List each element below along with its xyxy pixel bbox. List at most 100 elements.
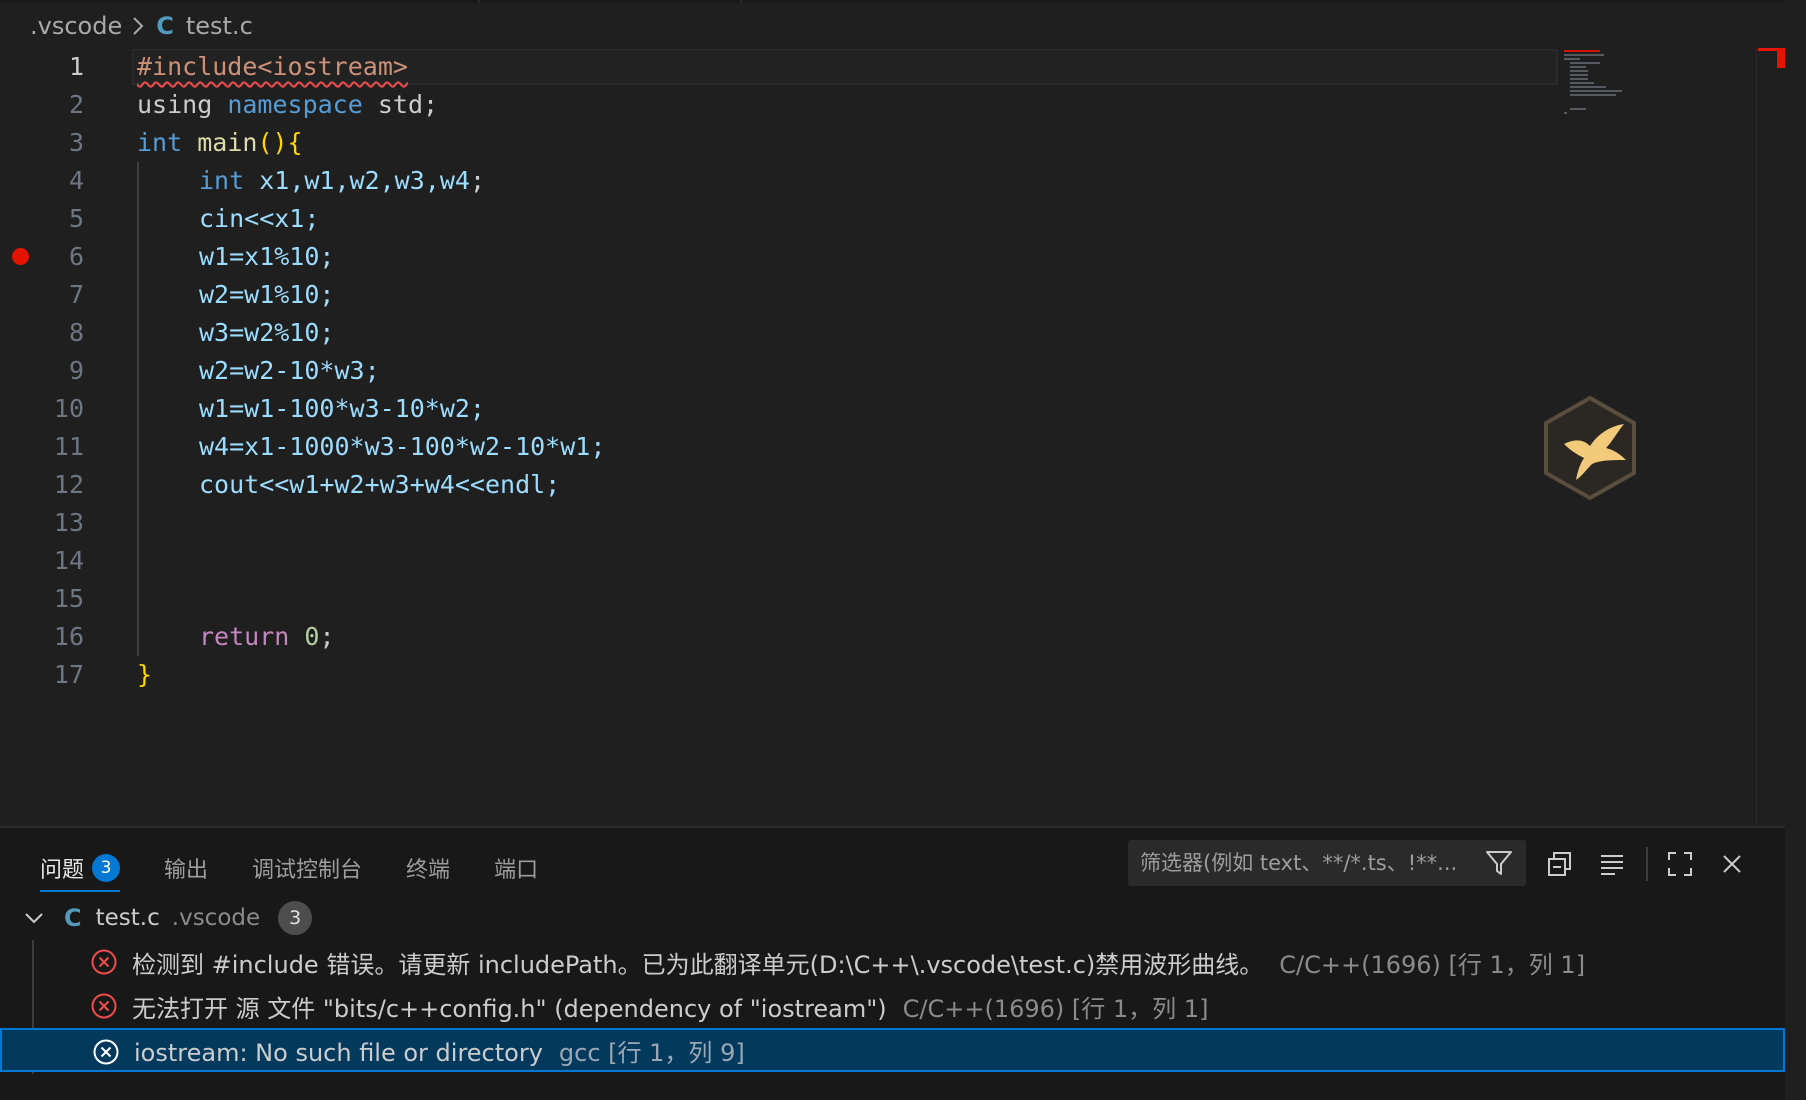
- code-line-12: cout<<w1+w2+w3+w4<<endl;: [199, 470, 561, 499]
- semicolon: ;: [423, 90, 439, 119]
- problem-file-dir: .vscode: [171, 905, 261, 931]
- tab-problems[interactable]: 问题 3: [40, 848, 121, 892]
- problem-row[interactable]: 检测到 #include 错误。请更新 includePath。已为此翻译单元(…: [0, 940, 1785, 984]
- tab-separator: [478, 0, 480, 3]
- line-number: 12: [53, 470, 84, 499]
- code-line-9: w2=w2-10*w3;: [199, 356, 380, 385]
- tab-output[interactable]: 输出: [164, 848, 208, 888]
- c-file-icon: C: [156, 12, 174, 40]
- line-number: 3: [68, 128, 84, 157]
- file-problem-count-badge: 3: [278, 901, 313, 935]
- code-line-4: int x1,w1,w2,w3,w4;: [137, 162, 605, 200]
- problems-panel: 问题 3 输出 调试控制台 终端 端口 筛选器(例如 text、**/*.ts、…: [0, 826, 1785, 1100]
- line-number: 16: [53, 622, 84, 651]
- breakpoint-icon[interactable]: [12, 248, 29, 265]
- problem-row-selected[interactable]: iostream: No such file or directory gcc […: [0, 1028, 1785, 1072]
- number-literal: 0: [304, 622, 320, 651]
- panel-actions: [1540, 844, 1764, 884]
- type-int: int: [137, 128, 183, 157]
- chevron-right-icon: [132, 16, 144, 36]
- filter-box: [1128, 840, 1526, 886]
- type-int: int: [199, 166, 245, 195]
- hummingbird-app-icon[interactable]: [1540, 394, 1640, 502]
- code-line-8: w3=w2%10;: [199, 318, 335, 347]
- line-number: 2: [68, 90, 84, 119]
- line-number: 15: [53, 584, 84, 613]
- view-as-list-icon[interactable]: [1592, 844, 1632, 884]
- error-icon: [90, 992, 118, 1026]
- tab-debug-console[interactable]: 调试控制台: [252, 848, 362, 888]
- error-icon: [90, 948, 118, 982]
- breadcrumb: .vscode C test.c: [30, 10, 253, 42]
- tab-separator: [740, 0, 742, 3]
- line-number: 14: [53, 546, 84, 575]
- problem-row[interactable]: 无法打开 源 文件 "bits/c++config.h" (dependency…: [0, 984, 1785, 1028]
- problem-message: iostream: No such file or directory: [134, 1038, 543, 1067]
- line-number-gutter[interactable]: 1 2 3 4 5 6 7 8 9 10 11 12 13 14 15 16 1…: [30, 48, 84, 694]
- code-line-2: using namespace std;: [137, 86, 605, 124]
- namespace-name: std: [377, 90, 424, 119]
- problem-message-wrap: iostream: No such file or directory gcc […: [134, 1033, 745, 1068]
- problem-message: 检测到 #include 错误。请更新 includePath。已为此翻译单元(…: [132, 950, 1264, 979]
- line-number: 1: [68, 52, 84, 81]
- vscode-window: .vscode C test.c 1 2 3 4 5 6 7 8 9 10 11…: [0, 0, 1806, 1100]
- breadcrumb-file[interactable]: test.c: [186, 12, 253, 40]
- scrollbar-error-marker: [1777, 48, 1785, 68]
- chevron-down-icon[interactable]: [24, 911, 44, 925]
- keyword-using: using: [137, 90, 213, 119]
- code-line-3: int main(){: [137, 124, 605, 162]
- code-line-17: }: [137, 656, 605, 694]
- tab-strip: [0, 0, 1785, 3]
- problem-count-badge: 3: [92, 854, 121, 882]
- close-panel-icon[interactable]: [1712, 844, 1752, 884]
- line-number: 8: [68, 318, 84, 347]
- code-line-1: #include<iostream>: [137, 48, 605, 86]
- line-number: 4: [68, 166, 84, 195]
- close-brace: }: [137, 660, 153, 689]
- editor-scrollbar[interactable]: [1756, 48, 1778, 826]
- problem-message-wrap: 检测到 #include 错误。请更新 includePath。已为此翻译单元(…: [132, 945, 1585, 980]
- parens: (): [257, 128, 288, 157]
- line-number: 5: [68, 204, 84, 233]
- line-number: 11: [53, 432, 84, 461]
- line-number: 9: [68, 356, 84, 385]
- semicolon: ;: [319, 622, 335, 651]
- maximize-panel-icon[interactable]: [1660, 844, 1700, 884]
- code-line-10: w1=w1-100*w3-10*w2;: [199, 394, 485, 423]
- filter-icon[interactable]: [1484, 848, 1514, 882]
- function-name: main: [197, 128, 258, 157]
- problem-file-name: test.c: [95, 905, 160, 931]
- code-line-7: w2=w1%10;: [199, 280, 335, 309]
- code-lines: #include<iostream> using namespace std; …: [137, 48, 605, 694]
- tab-label: 问题: [40, 858, 85, 883]
- minimap[interactable]: [1562, 48, 1632, 118]
- semicolon: ;: [469, 166, 485, 195]
- code-line-5: cin<<x1;: [199, 204, 320, 233]
- line-number: 10: [53, 394, 84, 423]
- problem-source: C/C++(1696) [行 1，列 1]: [902, 994, 1209, 1023]
- line-number: 7: [68, 280, 84, 309]
- collapse-all-icon[interactable]: [1540, 844, 1580, 884]
- problem-file-group[interactable]: C test.c .vscode 3: [24, 898, 313, 938]
- breadcrumb-folder[interactable]: .vscode: [30, 12, 122, 40]
- keyword-return: return: [199, 622, 290, 651]
- open-brace: {: [287, 128, 303, 157]
- tab-ports[interactable]: 端口: [494, 848, 538, 888]
- line-number: 13: [53, 508, 84, 537]
- problem-source: gcc [行 1，列 9]: [558, 1038, 745, 1067]
- code-line-16: return 0;: [137, 618, 605, 656]
- problem-source: C/C++(1696) [行 1，列 1]: [1279, 950, 1586, 979]
- action-separator: [1646, 847, 1648, 881]
- tab-terminal[interactable]: 终端: [406, 848, 450, 888]
- variable-list: x1,w1,w2,w3,w4: [259, 166, 470, 195]
- keyword-namespace: namespace: [227, 90, 363, 119]
- filter-input[interactable]: [1128, 850, 1482, 876]
- code-line-6: w1=x1%10;: [199, 242, 335, 271]
- include-directive: #include<iostream>: [137, 52, 408, 81]
- panel-tabs: 问题 3 输出 调试控制台 终端 端口: [40, 848, 582, 892]
- problem-message: 无法打开 源 文件 "bits/c++config.h" (dependency…: [132, 994, 887, 1023]
- code-editor[interactable]: 1 2 3 4 5 6 7 8 9 10 11 12 13 14 15 16 1…: [0, 48, 1785, 828]
